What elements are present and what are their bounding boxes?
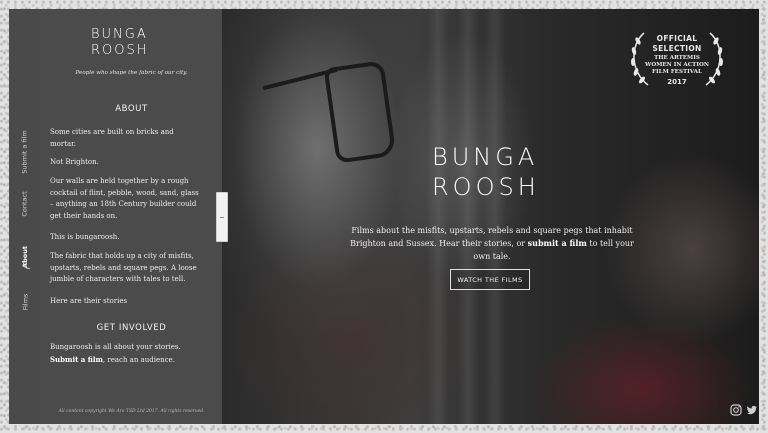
- about-paragraph: Some cities are built on bricks and mort…: [50, 128, 174, 148]
- nav-contact[interactable]: Contact: [9, 174, 41, 234]
- watch-films-button[interactable]: WATCH THE FILMS: [450, 269, 530, 290]
- instagram-icon[interactable]: [730, 404, 742, 416]
- about-paragraph: Not Brighton.: [50, 158, 99, 166]
- hero-logo: BUNGA ROOSH: [432, 143, 540, 201]
- about-paragraph: This is bungaroosh.: [50, 233, 120, 241]
- hero-section: OFFICIAL SELECTION THE ARTEMIS WOMEN IN …: [222, 9, 759, 424]
- get-involved-text: Bungaroosh is all about your stories. Su…: [50, 342, 200, 366]
- copyright: All content copyright We Are TSD Ltd 201…: [58, 409, 205, 414]
- nav-films[interactable]: Films: [9, 272, 41, 332]
- tagline: People who shape the fabric of our city.: [75, 70, 188, 76]
- twitter-icon[interactable]: [746, 404, 758, 416]
- about-paragraph: The fabric that holds up a city of misfi…: [50, 252, 197, 283]
- about-paragraph: Our walls are held together by a rough c…: [50, 177, 199, 220]
- laurel-line: THE ARTEMIS: [654, 55, 700, 61]
- bungaroosh-logo[interactable]: BUNGA ROOSH: [91, 27, 171, 63]
- hero-description: Films about the misfits, upstarts, rebel…: [342, 224, 642, 263]
- laurel-line: FILM FESTIVAL: [652, 69, 702, 75]
- festival-laurel: OFFICIAL SELECTION THE ARTEMIS WOMEN IN …: [622, 25, 732, 91]
- laurel-line: OFFICIAL: [656, 34, 698, 43]
- laurel-line: WOMEN IN ACTION: [645, 62, 709, 68]
- about-paragraph: Here are their stories: [50, 297, 128, 305]
- about-panel: BUNGA ROOSH People who shape the fabric …: [41, 9, 222, 424]
- laurel-line: SELECTION: [652, 44, 702, 53]
- curtain-highlight: [427, 9, 449, 424]
- get-involved-heading: GET INVOLVED: [96, 323, 167, 333]
- hero-submit-film-link[interactable]: submit a film: [528, 238, 587, 248]
- get-involved-line: Bungaroosh is all about your stories.: [50, 343, 181, 351]
- panel-toggle-handle[interactable]: [216, 192, 228, 242]
- nav-submit-film[interactable]: Submit a film: [9, 122, 41, 182]
- about-heading: ABOUT: [115, 104, 148, 114]
- vertical-nav: Submit a film Contact About Films: [9, 9, 42, 424]
- curtain-highlight: [484, 9, 506, 424]
- get-involved-line-end: , reach an audience.: [102, 355, 175, 364]
- handle-grip-icon: [220, 216, 224, 218]
- hero-portrait-glasses: [323, 60, 397, 164]
- site-page: Submit a film Contact About Films BUNGA …: [9, 9, 759, 424]
- submit-film-link[interactable]: Submit a film: [50, 355, 103, 364]
- curtain-highlight: [457, 9, 479, 424]
- laurel-year: 2017: [667, 78, 687, 86]
